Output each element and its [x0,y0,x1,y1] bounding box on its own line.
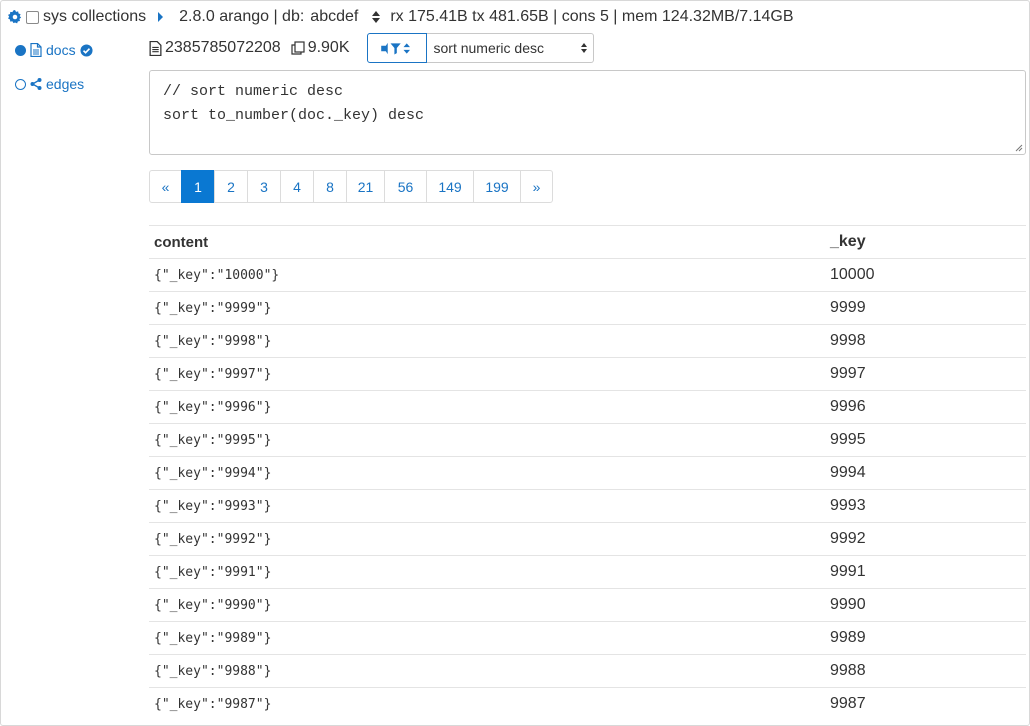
cell-content: {"_key":"9987"} [154,696,272,712]
cell-key: 9991 [830,563,866,580]
radio-unselected-icon[interactable] [15,78,26,90]
page-21[interactable]: 21 [346,170,385,203]
caret-right-icon[interactable] [158,12,164,22]
table-row[interactable]: {"_key":"9993"} 9993 [149,489,1026,522]
collection-size-value: 2385785072208 [165,39,281,56]
cell-content: {"_key":"10000"} [154,267,280,283]
table-row[interactable]: {"_key":"9999"} 9999 [149,291,1026,324]
column-header-content[interactable]: content [149,234,826,251]
page-3[interactable]: 3 [247,170,281,203]
cell-content: {"_key":"9997"} [154,366,272,382]
cell-content: {"_key":"9996"} [154,399,272,415]
table-row[interactable]: {"_key":"9992"} 9992 [149,522,1026,555]
filter-sort-icon [380,42,410,55]
cell-key: 9992 [830,530,866,547]
cell-content: {"_key":"9989"} [154,630,272,646]
page-4[interactable]: 4 [280,170,314,203]
server-stats: rx 175.41B tx 481.65B | cons 5 | mem 124… [390,8,794,25]
radio-selected-icon[interactable] [15,44,26,56]
column-header-key[interactable]: _key [826,233,1026,251]
page-prev[interactable]: « [149,170,182,203]
doc-count: 9.90K [291,39,350,57]
cell-content: {"_key":"9991"} [154,564,272,580]
cell-content: {"_key":"9998"} [154,333,272,349]
share-icon [30,77,43,91]
collection-stats: 2385785072208 9.90K sort numeric desc [149,33,594,63]
table-row[interactable]: {"_key":"9990"} 9990 [149,588,1026,621]
page-56[interactable]: 56 [384,170,427,203]
collection-size: 2385785072208 [149,39,281,57]
db-select[interactable]: abcdef [310,8,390,26]
query-editor[interactable]: // sort numeric desc sort to_number(doc.… [149,70,1026,155]
page-1[interactable]: 1 [181,170,215,203]
document-icon [30,43,43,57]
cell-key: 10000 [830,266,875,283]
cell-key: 9993 [830,497,866,514]
cell-key: 9990 [830,596,866,613]
sys-collections-label[interactable]: sys collections [43,8,146,26]
table-row[interactable]: {"_key":"10000"} 10000 [149,258,1026,291]
cell-key: 9998 [830,332,866,349]
file-text-icon [149,40,162,56]
gear-icon[interactable] [8,10,22,24]
version-info: 2.8.0 arango | db: [179,8,305,25]
results-table: content _key {"_key":"10000"} 10000 {"_key… [149,225,1026,720]
page-2[interactable]: 2 [214,170,248,203]
check-circle-icon [80,43,93,57]
table-header: content _key [149,225,1026,258]
query-preset-select[interactable]: sort numeric desc [426,33,594,63]
cell-key: 9995 [830,431,866,448]
cell-content: {"_key":"9994"} [154,465,272,481]
filter-sort-button[interactable] [366,33,427,63]
doc-count-value: 9.90K [307,39,350,56]
cell-key: 9997 [830,365,866,382]
table-row[interactable]: {"_key":"9996"} 9996 [149,390,1026,423]
table-row[interactable]: {"_key":"9988"} 9988 [149,654,1026,687]
table-row[interactable]: {"_key":"9998"} 9998 [149,324,1026,357]
updown-arrows-icon [372,11,381,23]
cell-content: {"_key":"9990"} [154,597,272,613]
cell-content: {"_key":"9988"} [154,663,272,679]
cell-content: {"_key":"9993"} [154,498,272,514]
cell-key: 9996 [830,398,866,415]
db-name: abcdef [310,8,359,25]
cell-key: 9988 [830,662,866,679]
sidebar-item-label: docs [46,42,76,58]
cell-content: {"_key":"9995"} [154,432,272,448]
table-row[interactable]: {"_key":"9995"} 9995 [149,423,1026,456]
page-199[interactable]: 199 [473,170,521,203]
sys-collections-checkbox[interactable] [26,10,39,24]
table-row[interactable]: {"_key":"9987"} 9987 [149,687,1026,720]
page-8[interactable]: 8 [313,170,347,203]
table-row[interactable]: {"_key":"9989"} 9989 [149,621,1026,654]
query-line: sort to_number(doc._key) desc [163,107,425,124]
query-preset-value: sort numeric desc [433,40,544,56]
sidebar-item-docs[interactable]: docs [15,40,135,60]
table-row[interactable]: {"_key":"9997"} 9997 [149,357,1026,390]
table-body: {"_key":"10000"} 10000 {"_key":"9999"} 9999… [149,258,1026,720]
page-next[interactable]: » [520,170,553,203]
cell-key: 9999 [830,299,866,316]
cell-key: 9989 [830,629,866,646]
query-line: // sort numeric desc [163,83,344,100]
copy-icon [291,41,305,55]
table-row[interactable]: {"_key":"9991"} 9991 [149,555,1026,588]
top-bar: sys collections 2.8.0 arango | db: abcde… [8,6,1018,28]
cell-key: 9987 [830,695,866,712]
sidebar-item-label: edges [46,76,85,92]
page-149[interactable]: 149 [426,170,474,203]
cell-key: 9994 [830,464,866,481]
cell-content: {"_key":"9999"} [154,300,272,316]
pagination: « 1 2 3 4 8 21 56 149 199 » [149,170,553,203]
collection-sidebar: docs edges [15,40,135,108]
resize-grip-icon[interactable] [1015,144,1023,152]
cell-content: {"_key":"9992"} [154,531,272,547]
updown-arrows-icon [580,43,587,53]
sidebar-item-edges[interactable]: edges [15,74,135,94]
table-row[interactable]: {"_key":"9994"} 9994 [149,456,1026,489]
